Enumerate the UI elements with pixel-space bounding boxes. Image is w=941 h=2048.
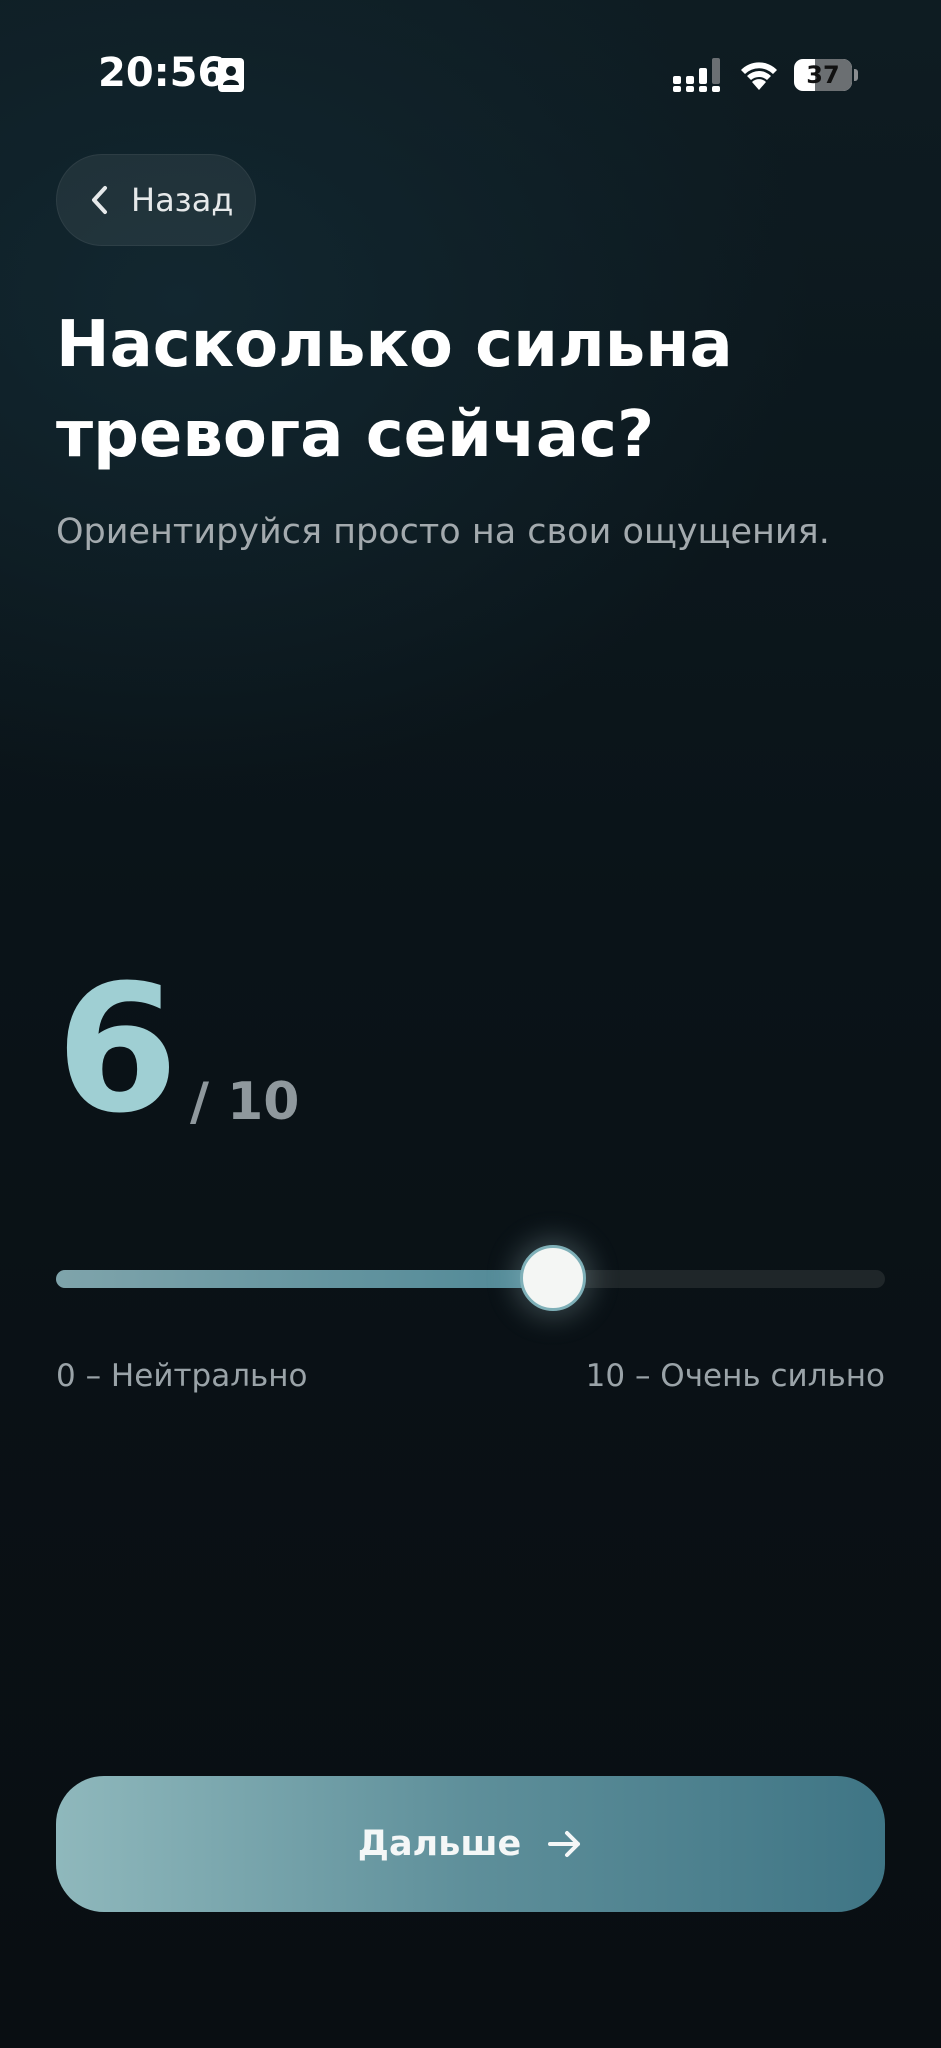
status-bar: 20:56 37 (0, 0, 941, 150)
rating-readout: 6 / 10 (56, 960, 656, 1140)
page-subtitle: Ориентируйся просто на свои ощущения. (56, 512, 830, 552)
wifi-icon (741, 62, 777, 90)
battery-icon: 37 (794, 59, 858, 91)
battery-cap (854, 69, 858, 81)
rating-value: 6 (56, 947, 178, 1152)
chevron-left-icon (92, 186, 107, 214)
slider-thumb[interactable] (520, 1245, 587, 1311)
scale-labels: 0 – Нейтрально 10 – Очень сильно (56, 1358, 885, 1408)
page-title: Насколько сильна тревога сейчас? (56, 300, 896, 480)
scale-min-label: 0 – Нейтрально (56, 1358, 308, 1394)
back-button[interactable]: Назад (56, 154, 256, 246)
status-time: 20:56 (98, 50, 226, 96)
scale-max-label: 10 – Очень сильно (585, 1358, 885, 1394)
contact-card-icon (218, 58, 244, 92)
battery-level: 37 (806, 61, 840, 89)
back-label: Назад (131, 181, 234, 219)
battery-body: 37 (794, 59, 852, 91)
arrow-right-icon (548, 1831, 581, 1857)
slider-fill (56, 1270, 554, 1288)
signal-icon (673, 58, 720, 92)
anxiety-slider[interactable] (56, 1243, 885, 1313)
rating-max: / 10 (190, 1072, 300, 1132)
title-line-1: Насколько сильна (56, 308, 733, 382)
next-label: Дальше (357, 1824, 522, 1864)
title-line-2: тревога сейчас? (56, 398, 655, 472)
next-button[interactable]: Дальше (56, 1776, 885, 1912)
slider-track[interactable] (56, 1270, 885, 1288)
